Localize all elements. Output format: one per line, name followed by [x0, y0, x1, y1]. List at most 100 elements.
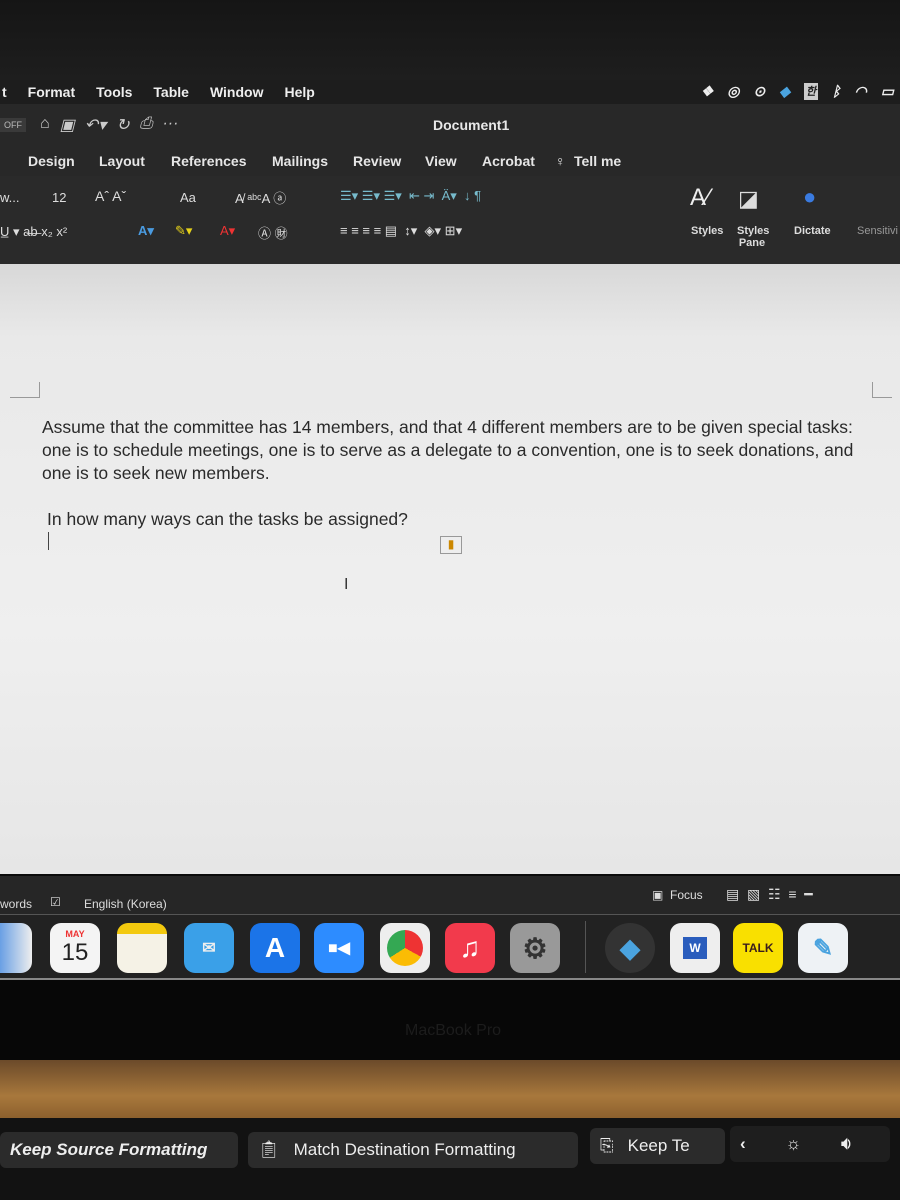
clipboard-icon: 📋︎	[258, 1140, 280, 1159]
screen-bezel-bottom: MacBook Pro	[0, 980, 900, 1060]
margin-mark-right	[872, 382, 892, 398]
font-grow-shrink-icon[interactable]: Aˆ Aˇ	[95, 188, 126, 204]
system-preferences-icon[interactable]: ⚙	[510, 923, 560, 973]
music-icon[interactable]: ♫	[445, 923, 495, 973]
textedit-icon[interactable]: ✎	[798, 923, 848, 973]
alignment-icons[interactable]: ≡ ≡ ≡ ≡ ▤ ↕▾ ◈▾ ⊞▾	[340, 223, 462, 239]
tab-references[interactable]: References	[171, 153, 247, 169]
dictate-button[interactable]: Dictate	[794, 225, 831, 237]
laptop-body	[0, 1060, 900, 1120]
lightbulb-icon: ♀	[555, 153, 566, 169]
word-count[interactable]: words	[0, 897, 32, 911]
mail-icon[interactable]: ✉	[184, 923, 234, 973]
tab-mailings[interactable]: Mailings	[272, 153, 328, 169]
notes-icon[interactable]	[117, 923, 167, 973]
finder-icon[interactable]	[0, 923, 32, 973]
ribbon-tabs: Design Layout References Mailings Review…	[0, 146, 900, 176]
styles-pane-icon[interactable]: ◪	[738, 186, 759, 212]
touch-bar: Keep Source Formatting 📋︎ Match Destinati…	[0, 1118, 900, 1200]
dropbox-icon[interactable]: ❖	[701, 83, 714, 100]
print-icon[interactable]: ⎙	[140, 115, 153, 135]
focus-icon[interactable]: ▣	[652, 888, 663, 902]
font-color-icon[interactable]: A▾	[220, 223, 235, 239]
ibeam-cursor-icon: I	[344, 576, 349, 593]
volume-icon[interactable]: 🔉︎	[841, 1134, 852, 1154]
autosave-toggle[interactable]: OFF	[0, 118, 26, 132]
screen-bezel-top	[0, 0, 900, 80]
highlight-icon[interactable]: ✎▾	[175, 223, 192, 239]
tab-acrobat[interactable]: Acrobat	[482, 153, 535, 169]
tab-view[interactable]: View	[425, 153, 457, 169]
airdrop-icon[interactable]: ◠	[855, 83, 867, 100]
styles-pane-button[interactable]: Styles Pane	[737, 225, 769, 249]
text-cursor	[48, 532, 49, 550]
keep-source-formatting-button[interactable]: Keep Source Formatting	[0, 1132, 238, 1168]
menu-bar: t Format Tools Table Window Help ❖ ◎ ⊙ ◆…	[0, 80, 900, 104]
microphone-icon[interactable]: ●	[803, 184, 816, 210]
kakaotalk-icon[interactable]: TALK	[733, 923, 783, 973]
calendar-day: 15	[61, 939, 89, 966]
menu-format[interactable]: Format	[28, 84, 75, 100]
problem-paragraph[interactable]: Assume that the committee has 14 members…	[42, 416, 872, 485]
paste-options-icon[interactable]: ▮	[440, 536, 462, 554]
diamond-app-icon[interactable]: ◆	[779, 83, 790, 100]
status-bar: words ☑ English (Korea) ▣ Focus ▤ ▧ ☷ ≡ …	[0, 876, 900, 914]
keep-text-only-button[interactable]: ⎘ Keep Te	[590, 1128, 725, 1164]
more-icon[interactable]: ···	[162, 115, 178, 135]
change-case-button[interactable]: Aa	[180, 190, 196, 205]
margin-mark-left	[10, 382, 40, 398]
calendar-icon[interactable]: MAY 15	[50, 923, 100, 973]
tell-me-search[interactable]: Tell me	[574, 153, 621, 169]
macbook-pro-label: MacBook Pro	[405, 1022, 502, 1039]
undo-icon[interactable]: ↶▾	[85, 115, 106, 135]
save-icon[interactable]: ▣	[60, 115, 75, 135]
battery-icon[interactable]: ▭	[881, 83, 894, 100]
korean-input-icon[interactable]: 한	[804, 83, 819, 100]
dock-divider	[585, 921, 586, 973]
instrument-app-icon[interactable]: ◆	[605, 923, 655, 973]
focus-button[interactable]: Focus	[670, 888, 703, 902]
document-title: Document1	[433, 117, 510, 133]
language-indicator[interactable]: English (Korea)	[84, 897, 167, 911]
dock: MAY 15 ✉ A ■◀ ♫ ⚙ ◆ W TALK ✎	[0, 914, 900, 980]
view-mode-icons[interactable]: ▤ ▧ ☷ ≡ ━	[726, 886, 813, 903]
styles-icon[interactable]: A⁄	[690, 184, 710, 212]
play-icon[interactable]: ⊙	[754, 83, 766, 100]
char-shading-icon[interactable]: Ⓐ ㊖	[258, 223, 288, 242]
menu-insert[interactable]: t	[2, 84, 7, 100]
menu-table[interactable]: Table	[153, 84, 189, 100]
ribbon-toolbar: w... 12 Aˆ Aˇ Aa A̸ ᵃᵇᶜA ⓐ U̲ ▾ a̶b̶ x₂ …	[0, 176, 900, 264]
list-icons[interactable]: ☰▾ ☰▾ ☰▾ ⇤ ⇥ Ä▾ ↓ ¶	[340, 188, 481, 204]
tab-review[interactable]: Review	[353, 153, 401, 169]
font-name-dropdown[interactable]: w...	[0, 190, 20, 205]
zoom-icon[interactable]: ■◀	[314, 923, 364, 973]
word-icon[interactable]: W	[670, 923, 720, 973]
menu-tools[interactable]: Tools	[96, 84, 132, 100]
app-store-icon[interactable]: A	[250, 923, 300, 973]
control-strip: ‹ ☼ 🔉︎	[730, 1126, 890, 1162]
tab-design[interactable]: Design	[28, 153, 75, 169]
calendar-month: MAY	[65, 929, 85, 939]
document-canvas[interactable]: Assume that the committee has 14 members…	[0, 264, 900, 874]
collapse-arrow-icon[interactable]: ‹	[740, 1134, 746, 1154]
menu-help[interactable]: Help	[284, 84, 314, 100]
redo-icon[interactable]: ↻	[116, 115, 129, 135]
font-size-dropdown[interactable]: 12	[52, 190, 66, 205]
creative-cloud-icon[interactable]: ◎	[727, 83, 739, 100]
proofing-icon[interactable]: ☑	[50, 895, 61, 909]
status-menu: ❖ ◎ ⊙ ◆ 한 ᛒ ◠ ▭	[701, 83, 894, 100]
bluetooth-icon[interactable]: ᛒ	[832, 83, 840, 100]
sensitivity-button[interactable]: Sensitivi	[857, 225, 898, 237]
question-paragraph[interactable]: In how many ways can the tasks be assign…	[47, 508, 877, 531]
brightness-icon[interactable]: ☼	[786, 1134, 802, 1154]
tab-layout[interactable]: Layout	[99, 153, 145, 169]
match-destination-formatting-button[interactable]: 📋︎ Match Destination Formatting	[248, 1132, 578, 1168]
styles-button[interactable]: Styles	[691, 225, 723, 237]
menu-window[interactable]: Window	[210, 84, 264, 100]
home-icon[interactable]: ⌂	[40, 115, 50, 135]
title-bar: OFF ⌂ ▣ ↶▾ ↻ ⎙ ··· Document1	[0, 104, 900, 146]
text-effects-icon[interactable]: A▾	[138, 223, 154, 239]
underline-strike-subsuper-icons[interactable]: U̲ ▾ a̶b̶ x₂ x²	[0, 224, 67, 240]
chrome-icon[interactable]	[380, 923, 430, 973]
clear-format-icon[interactable]: A̸ ᵃᵇᶜA ⓐ	[235, 188, 286, 207]
